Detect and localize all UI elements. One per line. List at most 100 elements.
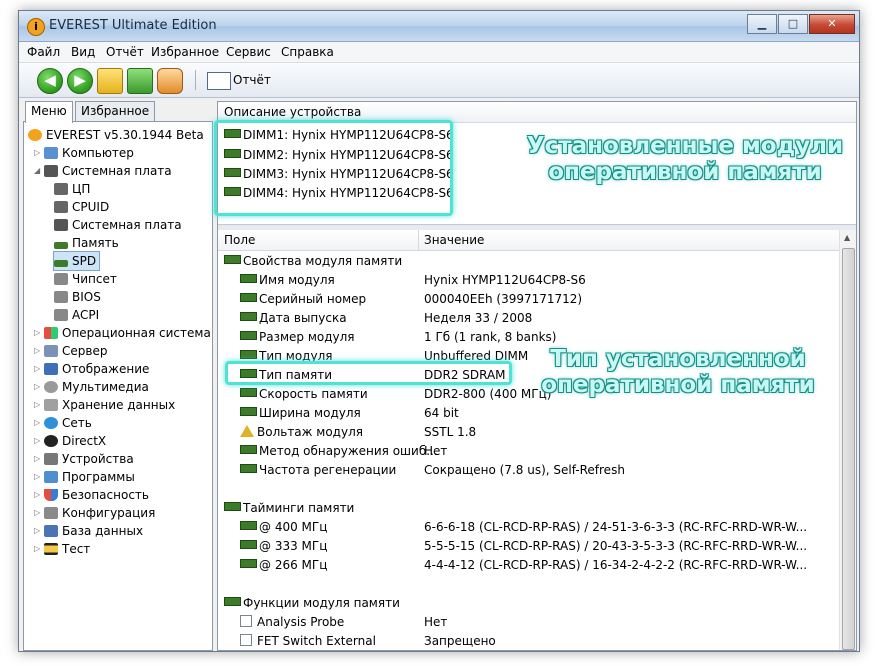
memory-module-icon — [240, 407, 257, 416]
tree-item-multimedia[interactable]: ▷ Мультимедиа — [34, 378, 149, 396]
computer-icon — [44, 147, 58, 159]
refresh-icon[interactable] — [127, 68, 153, 94]
system-board-icon — [54, 219, 68, 231]
cpu-icon — [54, 183, 68, 195]
table-row[interactable]: Дата выпуска Неделя 33 / 2008 — [218, 309, 818, 328]
section-header-timings: Тайминги памяти — [224, 499, 354, 518]
acpi-icon — [54, 309, 68, 321]
checkbox-icon — [240, 634, 252, 646]
tree-item-cpu[interactable]: ЦП — [54, 180, 90, 198]
display-icon — [44, 363, 58, 375]
navigation-tree: EVEREST v5.30.1944 Beta ▷ Компьютер ◢ Сист… — [23, 121, 213, 651]
tree-item-storage[interactable]: ▷ Хранение данных — [34, 396, 175, 414]
menu-service[interactable]: Сервис — [226, 45, 271, 59]
checkbox-icon — [240, 615, 252, 627]
tree-item-devices[interactable]: ▷ Устройства — [34, 450, 134, 468]
menu-bar: Файл Вид Отчёт Избранное Сервис Справка — [19, 42, 859, 63]
memory-module-icon — [240, 540, 257, 549]
app-window: i EVEREST Ultimate Edition ▁ □ ✕ Файл Ви… — [18, 10, 860, 652]
table-row[interactable]: Вольтаж модуля SSTL 1.8 — [218, 423, 818, 442]
tree-item-spd[interactable]: SPD — [52, 251, 101, 271]
scroll-thumb[interactable] — [842, 248, 855, 650]
chipset-icon — [54, 273, 68, 285]
table-row[interactable]: Ширина модуля 64 bit — [218, 404, 818, 423]
tree-item-network[interactable]: ▷ Сеть — [34, 414, 92, 432]
table-row[interactable]: Метод обнаружения ошиб... Нет — [218, 442, 818, 461]
tree-item-system-board[interactable]: Системная плата — [54, 216, 182, 234]
tree-item-display[interactable]: ▷ Отображение — [34, 360, 149, 378]
tree-item-test[interactable]: ▷ Тест — [34, 540, 90, 558]
tree-item-chipset[interactable]: Чипсет — [54, 270, 117, 288]
server-icon — [44, 345, 58, 357]
memory-module-icon — [240, 350, 257, 359]
tree-item-security[interactable]: ▷ Безопасность — [34, 486, 149, 504]
toolbar-separator — [195, 70, 196, 90]
table-row[interactable]: @ 266 МГц 4-4-4-12 (CL-RCD-RP-RAS) / 16-3… — [218, 556, 838, 575]
column-value-header[interactable]: Значение — [424, 230, 484, 250]
report-button-label[interactable]: Отчёт — [233, 73, 271, 87]
memory-module-icon — [224, 255, 241, 264]
menu-favorites[interactable]: Избранное — [151, 45, 219, 59]
window-title: EVEREST Ultimate Edition — [49, 18, 217, 33]
tree-item-os[interactable]: ▷ Операционная система — [34, 324, 211, 342]
table-row[interactable]: Серийный номер 000040EEh (3997171712) — [218, 290, 818, 309]
table-row[interactable]: Имя модуля Hynix HYMP112U64CP8-S6 — [218, 271, 818, 290]
tab-favorites[interactable]: Избранное — [75, 101, 156, 122]
maximize-button[interactable]: □ — [778, 14, 808, 34]
column-field-header[interactable]: Поле — [224, 230, 255, 250]
tree-item-bios[interactable]: BIOS — [54, 288, 101, 306]
tree-item-config[interactable]: ▷ Конфигурация — [34, 504, 155, 522]
scroll-up-icon[interactable]: ▲ — [844, 233, 850, 242]
tree-item-programs[interactable]: ▷ Программы — [34, 468, 135, 486]
close-button[interactable]: ✕ — [809, 14, 855, 34]
table-row[interactable]: FET Switch External Запрещено — [218, 632, 818, 651]
forward-arrow-icon[interactable]: ▶ — [67, 68, 93, 94]
tree-item-cpuid[interactable]: CPUID — [54, 198, 109, 216]
memory-module-icon — [240, 312, 257, 321]
annotation-installed-modules: Установленные модули оперативной памяти — [526, 133, 844, 185]
devices-icon — [44, 453, 58, 465]
window-controls: ▁ □ ✕ — [746, 14, 855, 34]
tree-item-acpi[interactable]: ACPI — [54, 306, 99, 324]
vertical-scrollbar[interactable]: ▲ — [839, 230, 856, 650]
tab-menu[interactable]: Меню — [25, 101, 73, 123]
tree-item-server[interactable]: ▷ Сервер — [34, 342, 107, 360]
users-icon[interactable] — [157, 68, 183, 94]
toolbar: ◀ ▶ Отчёт — [19, 63, 859, 98]
memory-module-icon — [240, 464, 257, 473]
menu-report[interactable]: Отчёт — [106, 45, 144, 59]
report-icon[interactable] — [207, 72, 231, 90]
menu-help[interactable]: Справка — [281, 45, 334, 59]
network-icon — [44, 417, 58, 429]
memory-module-icon — [240, 559, 257, 568]
tree-item-computer[interactable]: ▷ Компьютер — [34, 144, 134, 162]
memory-module-icon — [240, 331, 257, 340]
table-row[interactable]: @ 400 МГц 6-6-6-18 (CL-RCD-RP-RAS) / 24-5… — [218, 518, 838, 537]
table-row[interactable]: Analysis Probe Нет — [218, 613, 818, 632]
table-row[interactable]: @ 333 МГц 5-5-5-15 (CL-RCD-RP-RAS) / 20-4… — [218, 537, 838, 556]
memory-module-icon — [240, 445, 257, 454]
tree-item-motherboard[interactable]: ◢ Системная плата — [34, 162, 172, 180]
directx-icon — [44, 435, 58, 447]
menu-view[interactable]: Вид — [71, 45, 95, 59]
back-arrow-icon[interactable]: ◀ — [37, 68, 63, 94]
tree-item-directx[interactable]: ▷ DirectX — [34, 432, 106, 450]
menu-file[interactable]: Файл — [27, 45, 60, 59]
tree-item-memory[interactable]: Память — [54, 234, 119, 252]
minimize-button[interactable]: ▁ — [747, 14, 777, 34]
memory-module-icon — [240, 388, 257, 397]
spd-memory-icon — [54, 260, 68, 267]
table-row[interactable]: Размер модуля 1 Гб (1 rank, 8 banks) — [218, 328, 818, 347]
tree-item-database[interactable]: ▷ База данных — [34, 522, 143, 540]
title-bar[interactable]: i EVEREST Ultimate Edition ▁ □ ✕ — [19, 11, 859, 42]
memory-module-icon — [240, 293, 257, 302]
memory-module-icon — [224, 502, 241, 511]
column-headers: Поле Значение — [218, 230, 840, 251]
table-row[interactable]: Частота регенерации Сокращено (7.8 us), S… — [218, 461, 818, 480]
tree-root[interactable]: EVEREST v5.30.1944 Beta — [28, 126, 204, 144]
up-folder-icon[interactable] — [97, 68, 123, 94]
app-info-icon: i — [27, 18, 45, 36]
windows-icon — [44, 327, 58, 339]
multimedia-icon — [44, 381, 58, 393]
bios-icon — [54, 291, 68, 303]
